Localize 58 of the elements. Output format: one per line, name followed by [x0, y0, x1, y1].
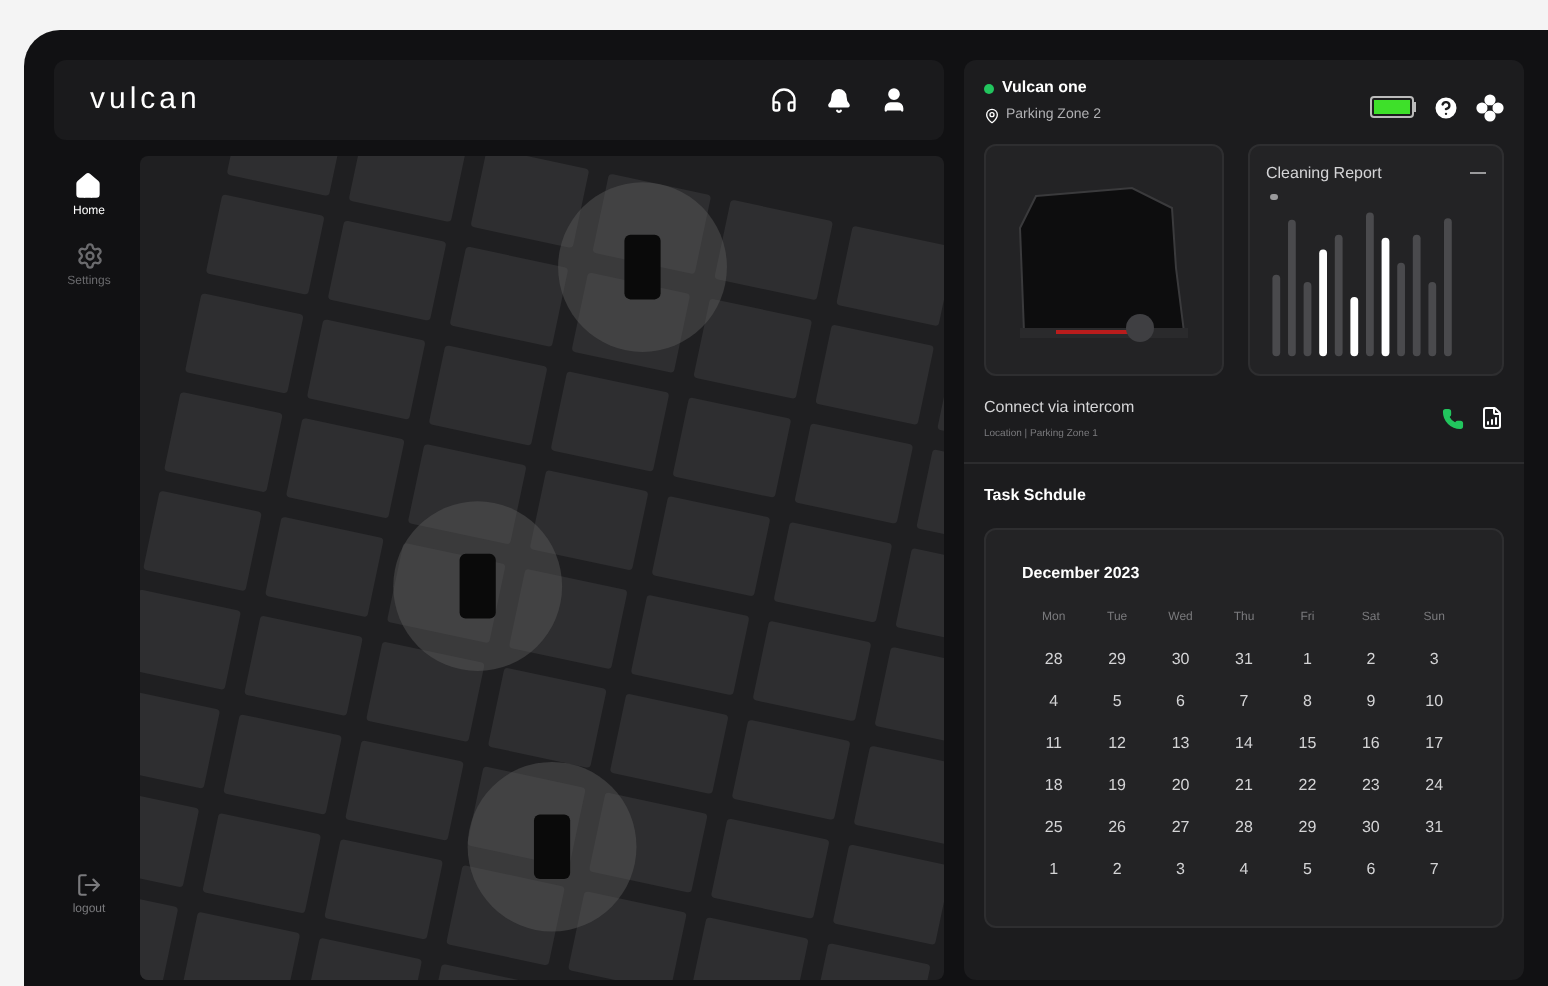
calendar-day[interactable]: 13 — [1148, 732, 1213, 756]
intercom-title: Connect via intercom — [984, 395, 1135, 419]
calendar-day[interactable]: 27 — [1148, 816, 1213, 840]
calendar-day[interactable]: 5 — [1275, 858, 1340, 882]
calendar-day[interactable]: 4 — [1022, 690, 1086, 714]
calendar-day[interactable]: 30 — [1339, 816, 1403, 840]
calendar-day[interactable]: 7 — [1402, 858, 1466, 882]
logo: vulcan — [90, 79, 201, 120]
calendar-day[interactable]: 9 — [1339, 690, 1403, 714]
help-icon[interactable] — [1432, 93, 1460, 122]
calendar-day[interactable]: 2 — [1085, 858, 1149, 882]
calendar-day[interactable]: 17 — [1402, 732, 1466, 756]
section-title: Task Schdule — [982, 484, 1088, 508]
settings-icon — [75, 242, 103, 270]
calendar-day[interactable]: 3 — [1402, 648, 1466, 672]
calendar-day[interactable]: 3 — [1148, 858, 1213, 882]
calendar-day[interactable]: 11 — [1022, 732, 1086, 756]
notification-bell-icon[interactable] — [826, 87, 852, 113]
calendar-day[interactable]: 10 — [1402, 690, 1466, 714]
calendar-month: December 2023 — [1022, 562, 1142, 586]
calendar-day[interactable]: 1 — [1275, 648, 1340, 672]
calendar-day[interactable]: 6 — [1148, 690, 1213, 714]
card-title: Cleaning Report — [1266, 161, 1382, 185]
calendar-day[interactable]: 29 — [1085, 648, 1149, 672]
calendar-day[interactable]: 19 — [1085, 774, 1149, 798]
calendar-day[interactable]: 16 — [1339, 732, 1403, 756]
headphones-icon[interactable] — [770, 86, 798, 114]
calendar-day[interactable]: 25 — [1022, 816, 1086, 840]
calendar-day[interactable]: 28 — [1212, 816, 1276, 840]
calendar-day[interactable]: 8 — [1275, 690, 1340, 714]
calendar-day[interactable]: 21 — [1212, 774, 1276, 798]
home-icon — [74, 172, 103, 200]
robot-name: Vulcan one — [1002, 76, 1087, 100]
report-file-icon[interactable] — [1480, 406, 1504, 431]
calendar-day[interactable]: 6 — [1339, 858, 1403, 882]
calendar-day[interactable]: 1 — [1022, 858, 1086, 882]
calendar-day[interactable]: 15 — [1275, 732, 1340, 756]
calendar-day[interactable]: 14 — [1212, 732, 1276, 756]
calendar-day[interactable]: 31 — [1402, 816, 1466, 840]
calendar-day[interactable]: 28 — [1022, 648, 1086, 672]
calendar-day[interactable]: 23 — [1339, 774, 1403, 798]
calendar-day[interactable]: 7 — [1212, 690, 1276, 714]
calendar-day[interactable]: 29 — [1275, 816, 1340, 840]
calendar-day[interactable]: 30 — [1148, 648, 1213, 672]
calendar-day[interactable]: 5 — [1085, 690, 1149, 714]
phone-icon[interactable] — [1442, 407, 1464, 430]
calendar-day[interactable]: 20 — [1148, 774, 1213, 798]
calendar-day[interactable]: 26 — [1085, 816, 1149, 840]
calendar-day[interactable]: 2 — [1339, 648, 1403, 672]
location-pin-icon — [984, 108, 1000, 125]
logout-icon — [75, 872, 102, 898]
user-icon[interactable] — [880, 86, 908, 114]
calendar-day[interactable]: 22 — [1275, 774, 1340, 798]
calendar-day[interactable]: 12 — [1085, 732, 1149, 756]
calendar-day[interactable]: 31 — [1212, 648, 1276, 672]
calendar-day[interactable]: 24 — [1402, 774, 1466, 798]
calendar-day[interactable]: 18 — [1022, 774, 1086, 798]
calendar-day[interactable]: 4 — [1212, 858, 1276, 882]
